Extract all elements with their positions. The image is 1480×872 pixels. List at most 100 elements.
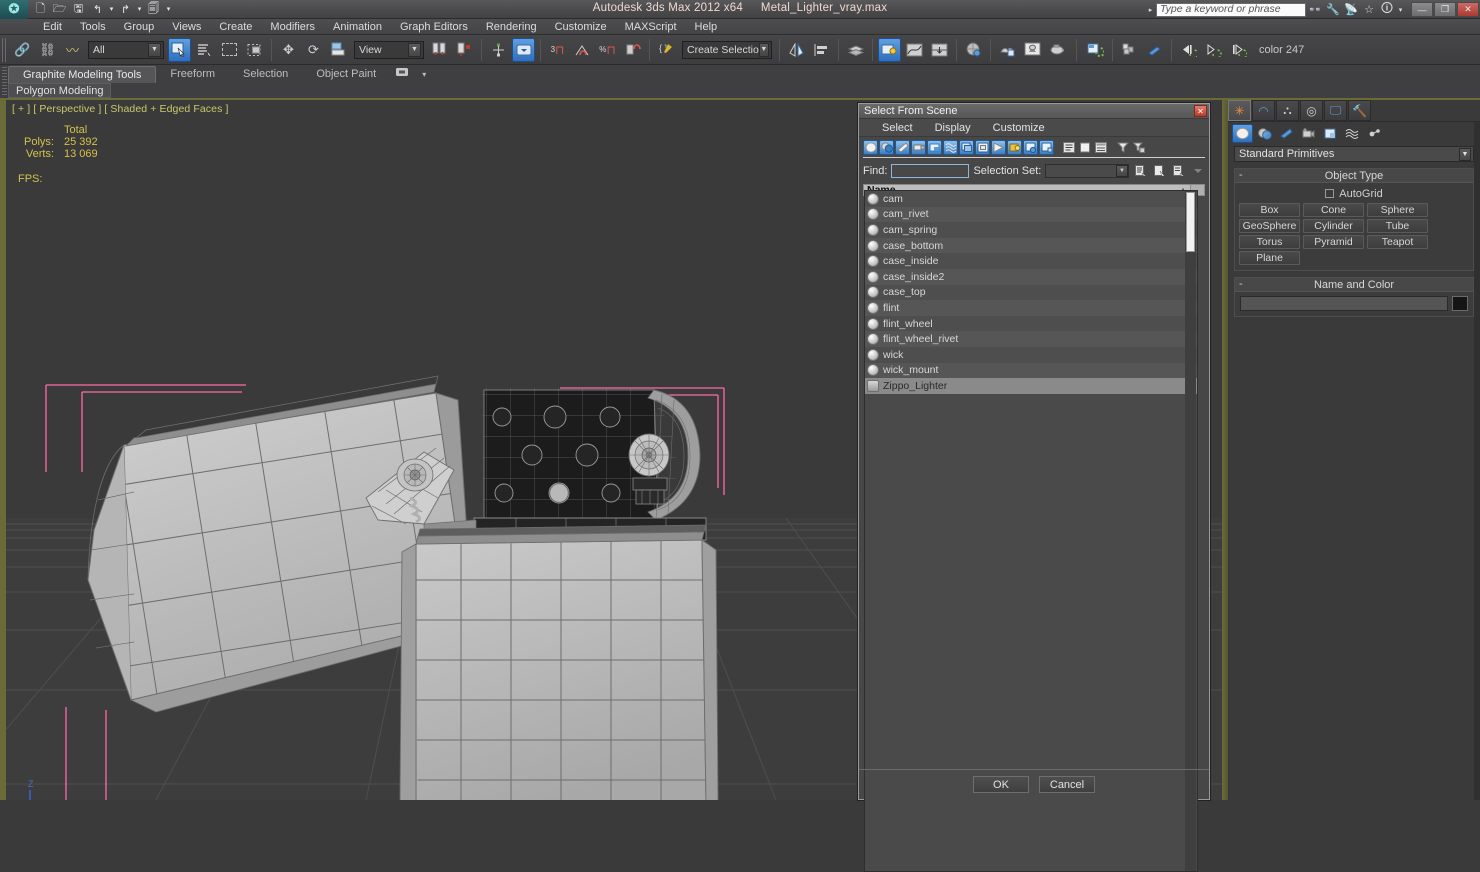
create-tube-button[interactable]: Tube xyxy=(1367,219,1428,233)
selection-set-dropdown[interactable]: ▼ xyxy=(1045,164,1129,178)
detail-view-icon[interactable] xyxy=(1093,140,1108,155)
tab-object-paint[interactable]: Object Paint xyxy=(302,66,390,83)
display-lights-icon[interactable] xyxy=(895,140,910,155)
dialog-menu-select[interactable]: Select xyxy=(871,119,924,137)
list-item[interactable]: flint_wheel xyxy=(865,315,1197,332)
list-item[interactable]: flint xyxy=(865,300,1197,316)
minimize-button[interactable]: — xyxy=(1411,2,1433,17)
undo-dropdown-icon[interactable]: ▾ xyxy=(108,2,115,17)
rectangular-selection-region-icon[interactable] xyxy=(218,38,241,62)
display-external-references-icon[interactable] xyxy=(975,140,990,155)
display-groups-icon[interactable] xyxy=(959,140,974,155)
object-color-swatch[interactable] xyxy=(1452,296,1468,311)
list-item[interactable]: case_bottom xyxy=(865,237,1197,254)
viewport-label[interactable]: [ + ] [ Perspective ] [ Shaded + Edged F… xyxy=(12,103,228,115)
dialog-menu-customize[interactable]: Customize xyxy=(982,119,1056,137)
subtab-polygon-modeling[interactable]: Polygon Modeling xyxy=(8,83,112,98)
menu-maxscript[interactable]: MAXScript xyxy=(616,19,686,35)
collapse-icon[interactable]: - xyxy=(1239,169,1243,182)
project-folder-icon[interactable] xyxy=(1084,38,1107,62)
help-dropdown-icon[interactable]: ▾ xyxy=(1396,1,1405,18)
select-and-scale-icon[interactable] xyxy=(327,38,350,62)
infocenter-dropdown-icon[interactable]: ▸ xyxy=(1145,1,1156,18)
reference-coordinate-system-dropdown[interactable]: View ▼ xyxy=(354,40,424,59)
favorites-star-icon[interactable]: ☆ xyxy=(1360,1,1378,18)
display-bone-objects-icon[interactable] xyxy=(991,140,1006,155)
previous-frame-icon[interactable] xyxy=(1177,38,1200,62)
list-item[interactable]: flint_wheel_rivet xyxy=(865,331,1197,347)
save-file-icon[interactable]: 🖫 xyxy=(70,2,87,17)
display-space-warps-icon[interactable] xyxy=(943,140,958,155)
display-shapes-icon[interactable] xyxy=(879,140,894,155)
category-geometry[interactable] xyxy=(1232,123,1253,143)
menu-rendering[interactable]: Rendering xyxy=(477,19,546,35)
align-icon[interactable] xyxy=(810,38,833,62)
menu-customize[interactable]: Customize xyxy=(546,19,616,35)
list-view-icon[interactable] xyxy=(1061,140,1076,155)
select-and-link-icon[interactable]: 🔗 xyxy=(11,38,34,62)
category-shapes[interactable] xyxy=(1254,124,1275,143)
create-pyramid-button[interactable]: Pyramid xyxy=(1303,235,1364,249)
tab-graphite-modeling-tools[interactable]: Graphite Modeling Tools xyxy=(8,66,157,83)
display-children-icon[interactable] xyxy=(1007,140,1022,155)
list-item[interactable]: case_inside xyxy=(865,253,1197,269)
menu-create[interactable]: Create xyxy=(210,19,261,35)
chevron-down-icon[interactable]: ▼ xyxy=(148,42,161,57)
curve-editor-icon[interactable] xyxy=(903,38,926,62)
select-and-rotate-icon[interactable]: ⟳ xyxy=(302,38,325,62)
category-lights[interactable] xyxy=(1276,124,1297,143)
tab-modify[interactable]: ◠ xyxy=(1252,100,1275,121)
object-type-header[interactable]: - Object Type xyxy=(1235,169,1473,183)
list-item[interactable]: case_top xyxy=(865,284,1197,301)
unlink-selection-icon[interactable]: ⛓ xyxy=(36,38,59,62)
collapse-icon[interactable]: - xyxy=(1239,278,1243,291)
tab-utilities[interactable]: 🔨 xyxy=(1348,100,1371,121)
select-object-icon[interactable] xyxy=(168,37,191,62)
menu-animation[interactable]: Animation xyxy=(324,19,391,35)
search-binoculars-icon[interactable]: 👓 xyxy=(1306,1,1324,18)
primitive-category-dropdown[interactable]: Standard Primitives ▼ xyxy=(1234,146,1474,162)
chevron-down-icon[interactable]: ▼ xyxy=(1459,147,1471,161)
menu-tools[interactable]: Tools xyxy=(71,19,115,35)
render-production-icon[interactable] xyxy=(1046,38,1069,62)
select-influences-button[interactable] xyxy=(1171,164,1186,179)
create-cylinder-button[interactable]: Cylinder xyxy=(1303,219,1364,233)
render-setup-icon[interactable] xyxy=(996,38,1019,62)
list-item[interactable]: wick_mount xyxy=(865,362,1197,379)
graphite-modeling-tools-toggle-icon[interactable] xyxy=(878,37,901,62)
subscription-icon[interactable]: 📡 xyxy=(1342,1,1360,18)
select-and-manipulate-icon[interactable] xyxy=(487,38,510,62)
close-icon[interactable]: ✕ xyxy=(1194,105,1207,117)
list-item-selected[interactable]: Zippo_Lighter xyxy=(865,378,1197,394)
use-selection-center-icon[interactable] xyxy=(453,38,476,62)
tab-hierarchy[interactable]: ⛬ xyxy=(1276,100,1299,121)
select-subtree-button[interactable] xyxy=(1133,164,1148,179)
next-frame-icon[interactable] xyxy=(1227,38,1250,62)
select-from-scene-dialog[interactable]: Select From Scene ✕ Select Display Custo… xyxy=(858,103,1210,872)
autogrid-row[interactable]: AutoGrid xyxy=(1235,186,1473,201)
cancel-button[interactable]: Cancel xyxy=(1039,776,1095,793)
select-children-button[interactable] xyxy=(1152,164,1167,179)
undo-icon[interactable]: ↰ xyxy=(89,2,106,17)
mirror-icon[interactable] xyxy=(785,38,808,62)
play-animation-icon[interactable] xyxy=(1202,38,1225,62)
list-item[interactable]: cam_spring xyxy=(865,222,1197,238)
percent-snap-proxy-icon[interactable] xyxy=(571,38,594,62)
create-teapot-button[interactable]: Teapot xyxy=(1367,235,1428,249)
tab-create[interactable]: ✳ xyxy=(1228,100,1251,121)
app-logo-icon[interactable]: ✪ xyxy=(0,0,28,19)
menu-group[interactable]: Group xyxy=(115,19,164,35)
menu-views[interactable]: Views xyxy=(163,19,210,35)
filter-icon[interactable] xyxy=(1115,140,1130,155)
icon-view-icon[interactable] xyxy=(1077,140,1092,155)
project-folder-icon[interactable]: 🗐 xyxy=(145,2,162,17)
category-systems[interactable] xyxy=(1364,124,1385,143)
bind-to-space-warp-icon[interactable]: 〰 xyxy=(61,38,84,62)
scrollbar-thumb[interactable] xyxy=(1186,192,1195,252)
list-item[interactable]: wick xyxy=(865,346,1197,363)
selection-filter-dropdown[interactable]: All ▼ xyxy=(88,40,164,59)
open-file-icon[interactable]: 🗁 xyxy=(51,2,68,17)
schematic-view-icon[interactable] xyxy=(928,38,951,62)
dialog-toolbar-overflow-icon[interactable] xyxy=(1190,164,1205,179)
wrench-icon[interactable]: 🔧 xyxy=(1324,1,1342,18)
